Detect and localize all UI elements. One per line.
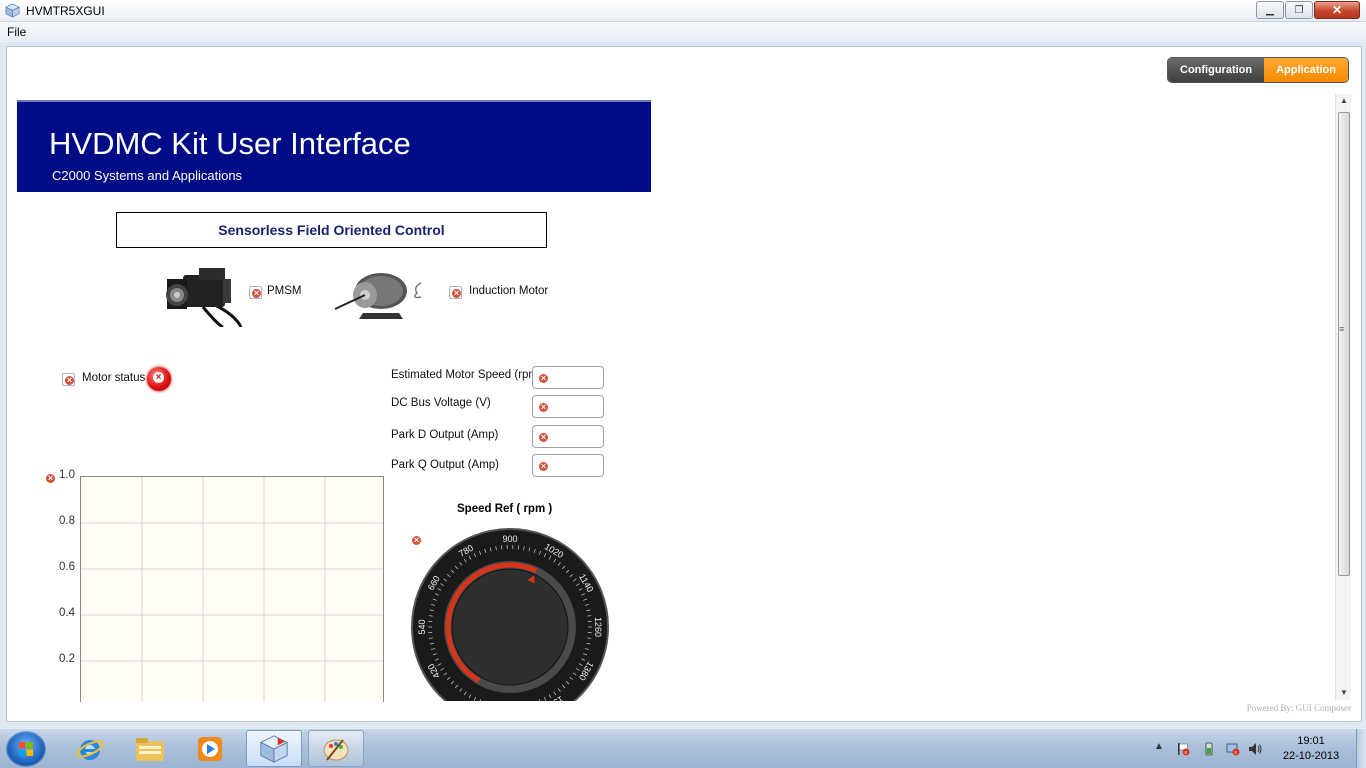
knob-scale-label: 900: [502, 534, 517, 544]
section-title: Sensorless Field Oriented Control: [116, 212, 547, 248]
clock-date: 22-10-2013: [1282, 750, 1340, 762]
window-title: HVMTR5XGUI: [26, 4, 105, 18]
chart-y-tick-label: 0.2: [59, 653, 75, 665]
view-tabs: Configuration Application: [1167, 57, 1349, 83]
scroll-down-icon[interactable]: ▼: [1336, 686, 1352, 700]
scroll-up-icon[interactable]: ▲: [1336, 94, 1352, 108]
knob-tick: [587, 615, 592, 617]
dc-bus-error-icon: [537, 401, 550, 414]
chart-svg: [81, 477, 383, 702]
menu-file[interactable]: File: [7, 25, 26, 39]
park-q-error-icon: [537, 460, 550, 473]
est-speed-error-icon: [537, 372, 550, 385]
park-d-label: Park D Output (Amp): [391, 429, 499, 441]
induction-motor-label: Induction Motor: [469, 285, 549, 297]
park-q-field[interactable]: [532, 454, 604, 477]
restore-button[interactable]: ❐: [1285, 1, 1313, 19]
close-icon: ✕: [1331, 3, 1343, 17]
minimize-button[interactable]: ▁: [1256, 1, 1284, 19]
close-button[interactable]: ✕: [1314, 1, 1360, 19]
est-speed-label: Estimated Motor Speed (rpm): [391, 369, 542, 381]
chart-y-tick-label: 0.4: [59, 607, 75, 619]
show-hidden-icons-icon[interactable]: ▲: [1154, 741, 1164, 752]
menu-bar: File: [0, 22, 1366, 42]
clock-time: 19:01: [1297, 735, 1325, 747]
taskbar-hvmtr5xgui[interactable]: [246, 730, 302, 767]
motor-status-label: Motor status: [82, 372, 146, 384]
pmsm-select-checkbox[interactable]: [249, 286, 262, 299]
app-cube-icon: [5, 3, 20, 18]
taskbar: ▲ x x 19:01 22-10-2013: [0, 728, 1366, 768]
windows-logo-icon: [19, 742, 33, 756]
dc-bus-voltage-label: DC Bus Voltage (V): [391, 397, 491, 409]
motor-status-led: [147, 367, 171, 391]
park-d-error-icon: [537, 431, 550, 444]
internet-explorer-icon: [76, 739, 104, 760]
knob-tick: [428, 637, 433, 639]
pmsm-motor-image: [166, 268, 243, 327]
induction-motor-image: [334, 273, 422, 319]
paint-icon: [323, 738, 349, 761]
induction-motor-select-checkbox[interactable]: [449, 286, 462, 299]
knob-tick: [428, 615, 433, 617]
battery-icon[interactable]: [1202, 742, 1216, 756]
knob-scale-label: 540: [417, 619, 427, 634]
speed-ref-title: Speed Ref ( rpm ): [457, 503, 553, 515]
vertical-scrollbar[interactable]: ▲ ≡ ▼: [1335, 94, 1351, 700]
tab-application[interactable]: Application: [1264, 58, 1348, 82]
speed-ref-dial[interactable]: 42054066078090010201140126013801500: [410, 525, 610, 701]
taskbar-windows-explorer[interactable]: [122, 730, 178, 767]
folder-icon: [136, 737, 164, 761]
park-d-field[interactable]: [532, 425, 604, 448]
taskbar-paint[interactable]: [308, 730, 364, 767]
chart-y-tick-label: 1.0: [59, 469, 75, 481]
taskbar-internet-explorer[interactable]: [62, 730, 118, 767]
restore-icon: ❐: [1294, 4, 1304, 16]
scroll-thumb[interactable]: [1338, 112, 1350, 576]
knob-face: [451, 568, 569, 686]
cube-app-icon: [259, 734, 289, 763]
banner-subtitle: C2000 Systems and Applications: [52, 168, 243, 183]
dc-bus-voltage-field[interactable]: [532, 395, 604, 418]
flag-alert-icon[interactable]: x: [1176, 742, 1190, 756]
speed-ref-knob[interactable]: 42054066078090010201140126013801500: [410, 525, 610, 701]
banner-title: HVDMC Kit User Interface: [49, 126, 411, 161]
taskbar-clock[interactable]: 19:01 22-10-2013: [1274, 734, 1348, 764]
main-content: Configuration Application HVDMC Kit User…: [6, 46, 1362, 722]
media-player-icon: [198, 736, 222, 761]
scroll-grip-icon: ≡: [1339, 324, 1345, 334]
tab-configuration[interactable]: Configuration: [1168, 58, 1265, 82]
show-desktop-button[interactable]: [1356, 729, 1366, 768]
park-q-label: Park Q Output (Amp): [391, 459, 500, 471]
minimize-icon: ▁: [1266, 4, 1274, 16]
network-icon[interactable]: x: [1226, 742, 1240, 756]
start-button[interactable]: [6, 731, 46, 767]
pmsm-label: PMSM: [267, 285, 302, 297]
title-bar: HVMTR5XGUI ▁ ❐ ✕: [0, 0, 1366, 22]
volume-icon[interactable]: [1248, 742, 1262, 756]
chart-y-tick-label: 0.6: [59, 561, 75, 573]
knob-tick: [587, 637, 592, 639]
taskbar-media-player[interactable]: [182, 730, 238, 767]
header-banner: HVDMC Kit User Interface C2000 Systems a…: [17, 100, 651, 192]
est-speed-field[interactable]: [532, 366, 604, 389]
powered-by: Powered By: GUI Composer: [1246, 703, 1351, 713]
chart-plot-area: [80, 476, 384, 702]
motor-status-error-icon: [62, 373, 75, 386]
knob-scale-label: 1260: [593, 617, 603, 637]
chart-y-tick-label: 0.8: [59, 515, 75, 527]
